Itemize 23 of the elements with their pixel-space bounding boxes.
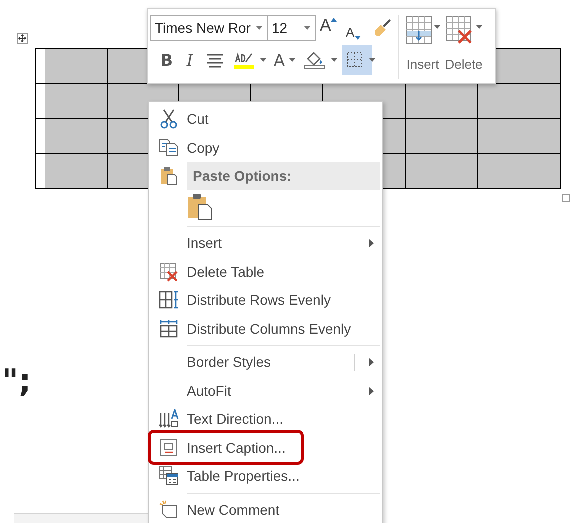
menu-item[interactable]: New Comment: [151, 496, 380, 523]
menu-item[interactable]: Border Styles: [151, 348, 380, 376]
menu-item[interactable]: Table Properties...: [151, 462, 380, 490]
menu-item[interactable]: Distribute Rows Evenly: [151, 286, 380, 314]
menu-item[interactable]: Distribute Columns Evenly: [151, 314, 380, 343]
menu-item[interactable]: Insert Caption...: [151, 434, 380, 462]
document-text: ";: [2, 362, 32, 400]
menu-item[interactable]: Insert: [151, 229, 380, 258]
bold-button[interactable]: B: [156, 45, 178, 75]
menu-item[interactable]: Cut: [151, 105, 380, 134]
delete-table-button[interactable]: Delete: [443, 15, 485, 79]
menu-item[interactable]: Copy: [151, 134, 380, 162]
shrink-font-button[interactable]: A: [346, 16, 366, 40]
font-size-field[interactable]: 12: [267, 15, 316, 41]
font-color-button[interactable]: A: [271, 45, 299, 75]
menu-item[interactable]: Text Direction...: [151, 405, 380, 434]
font-name-field[interactable]: Times New Ror: [150, 15, 268, 41]
menu-item[interactable]: AutoFit: [151, 376, 380, 405]
grow-font-button[interactable]: A: [320, 16, 342, 40]
insert-table-button[interactable]: Insert: [403, 15, 443, 79]
paste-options-heading: Paste Options:: [187, 162, 380, 190]
menu-item[interactable]: Delete Table: [151, 258, 380, 286]
italic-button[interactable]: I: [179, 45, 201, 75]
